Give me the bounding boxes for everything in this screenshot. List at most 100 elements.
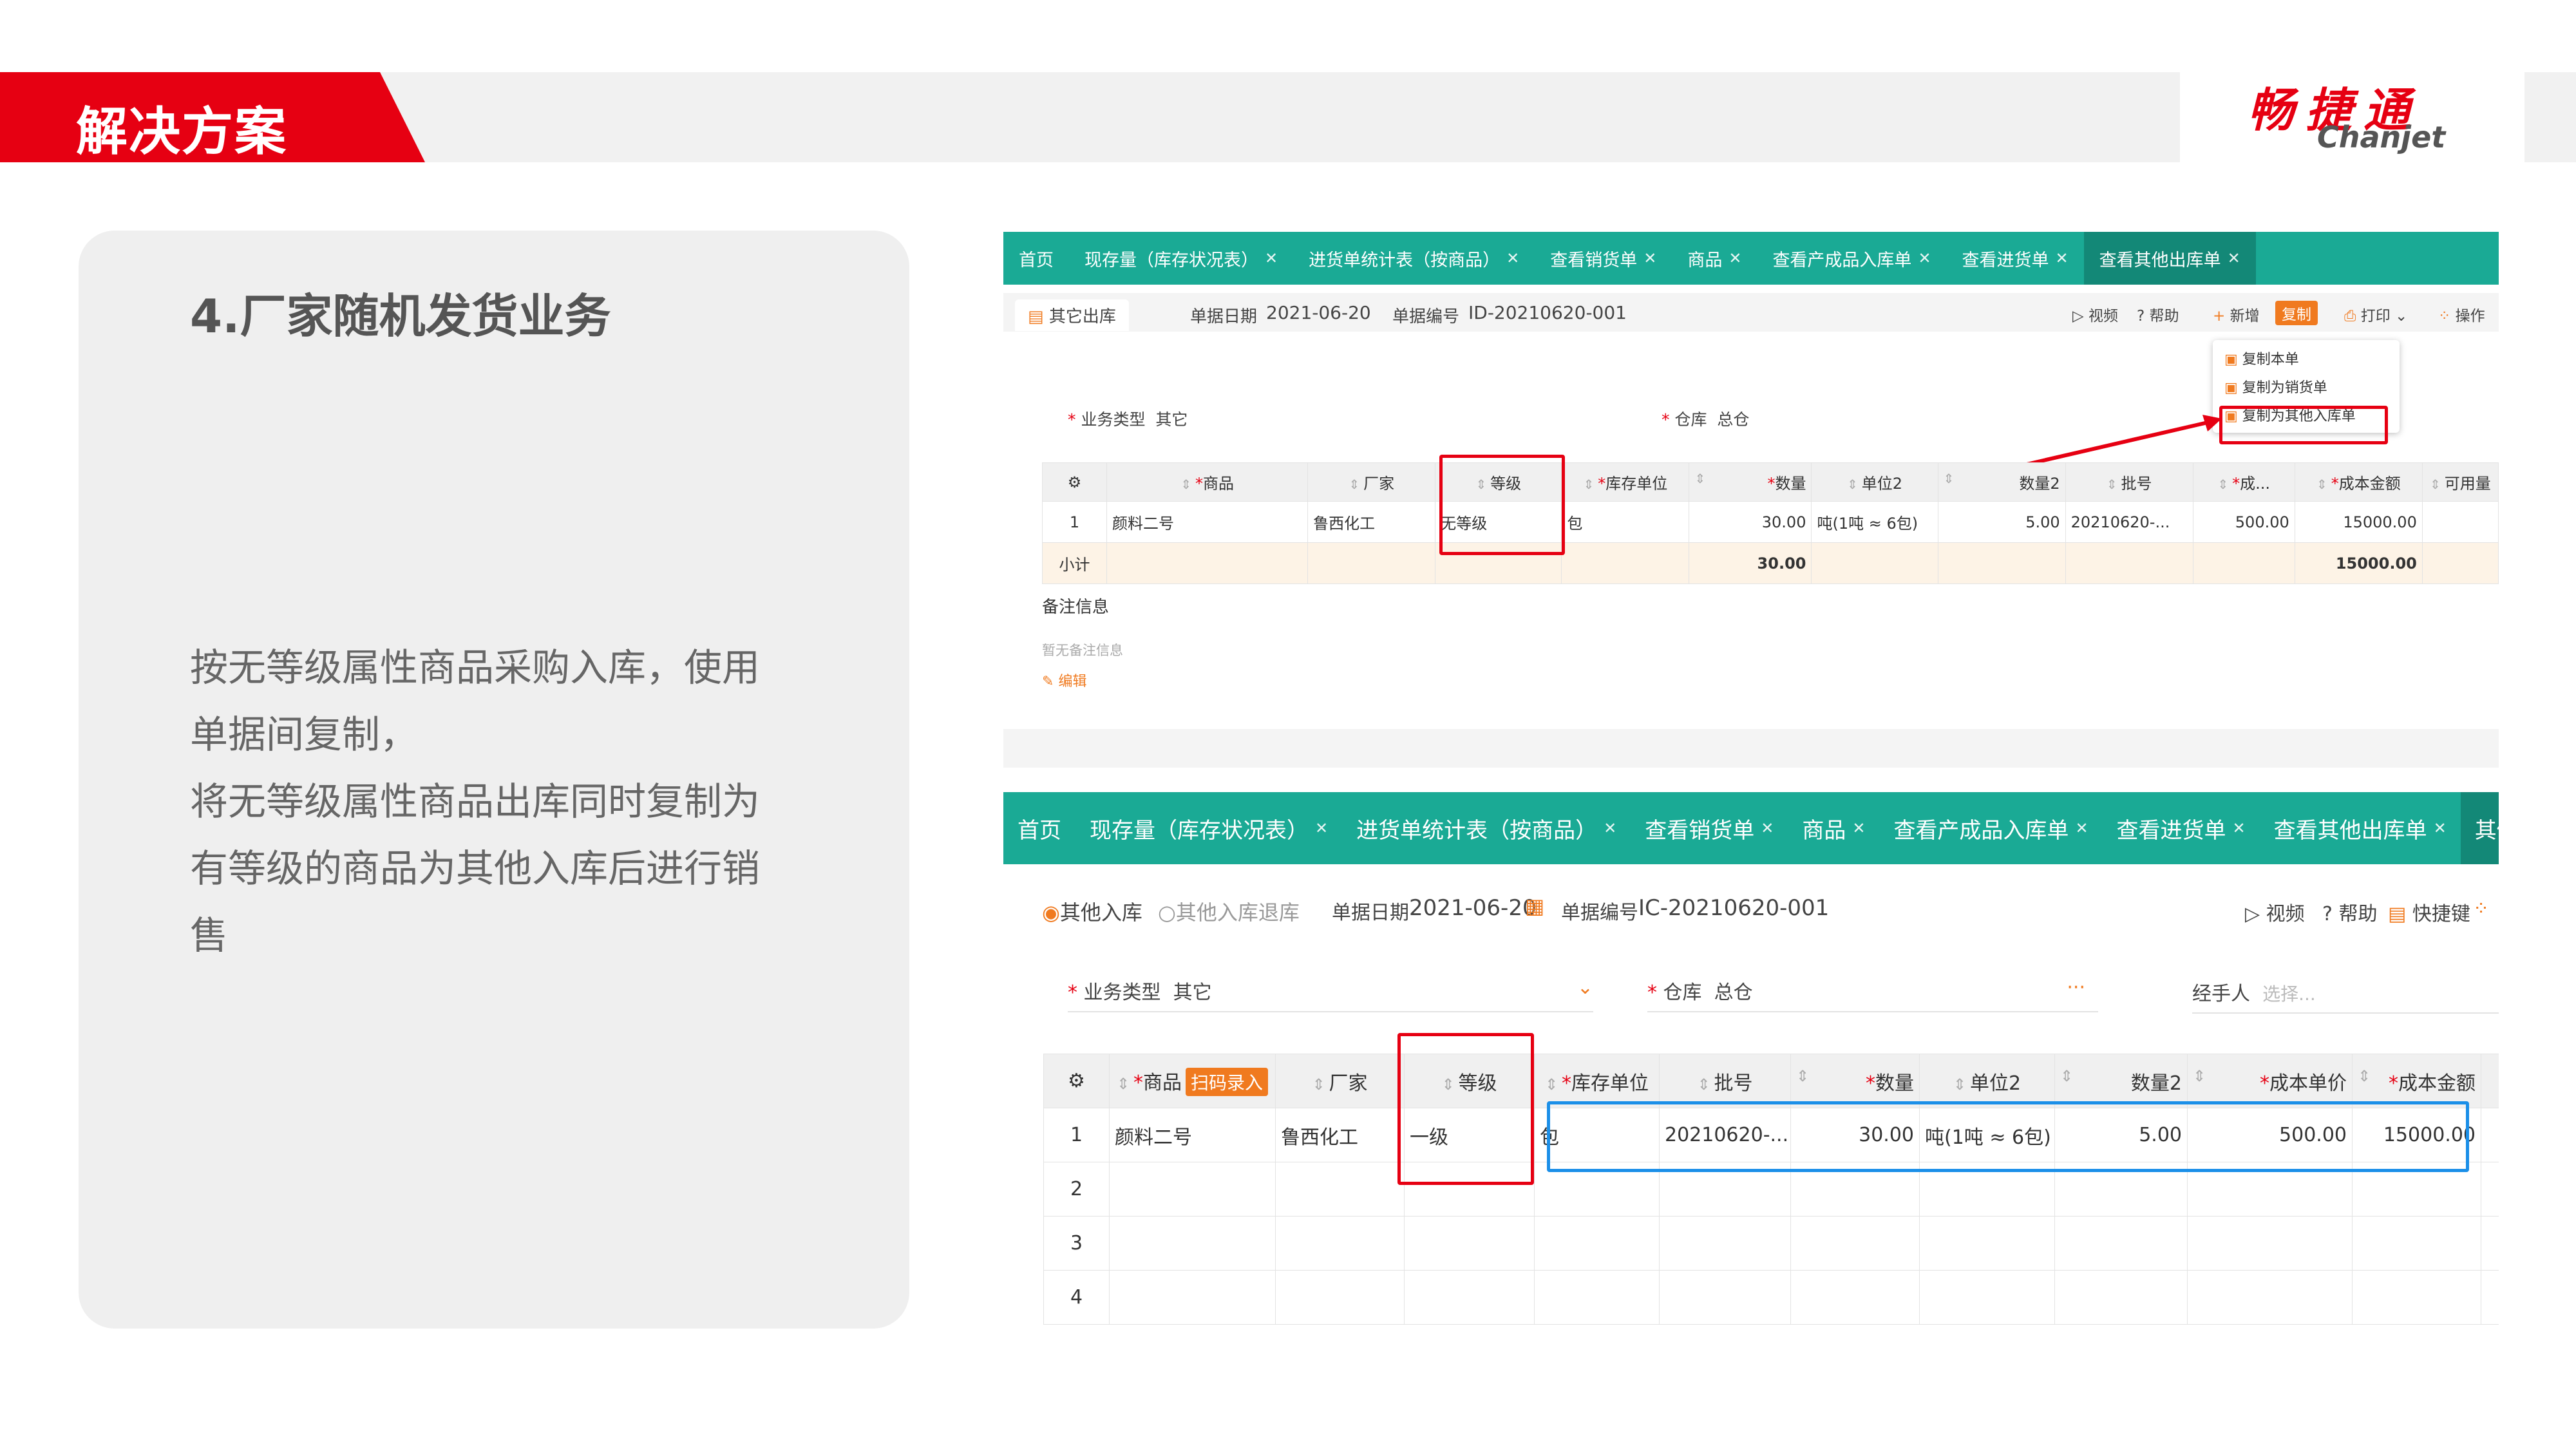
- body-line: 有等级的商品为其他入库后进行销: [190, 846, 761, 891]
- keyboard-icon: ▤: [2388, 903, 2407, 925]
- doc-type-tab[interactable]: ▤ 其它出库: [1015, 299, 1129, 331]
- body-line: 售: [190, 913, 229, 958]
- print-button[interactable]: ⎙ 打印 ⌄: [2344, 303, 2407, 325]
- close-icon[interactable]: ✕: [1604, 819, 1616, 837]
- tab-finished-inbound[interactable]: 查看产成品入库单 ✕: [1879, 792, 2102, 864]
- chevron-down-icon: ⌄: [1577, 976, 1593, 999]
- help-button[interactable]: ? 帮助: [2137, 303, 2179, 325]
- code-value: ID-20210620-001: [1468, 302, 1627, 323]
- plus-icon: +: [2213, 308, 2226, 325]
- close-icon[interactable]: ✕: [2233, 819, 2246, 837]
- tab-bar: 首页 现存量（库存状况表） ✕ 进货单统计表（按商品） ✕ 查看销货单 ✕ 商品 ✕ 查…: [1003, 232, 2499, 285]
- tab-purchase-order[interactable]: 查看进货单 ✕: [1947, 232, 2084, 285]
- menu-item-copy-this[interactable]: ▣ 复制本单: [2213, 344, 2400, 372]
- radio-other-inbound-return[interactable]: ○其他入库退库: [1158, 896, 1300, 926]
- col-header[interactable]: ⇕ *数量: [1689, 462, 1812, 502]
- col-header[interactable]: ⇕ *成本金额: [2294, 462, 2423, 502]
- tab-other-outbound[interactable]: 查看其他出库单 ✕: [2083, 232, 2256, 285]
- table-row[interactable]: 1 颜料二号 鲁西化工 无等级 包 30.00 吨(1吨 ≈ 6包) 5.00 …: [1041, 501, 2499, 543]
- date-value[interactable]: 2021-06-20: [1409, 895, 1537, 921]
- col-header[interactable]: ⇕ 批号: [1659, 1054, 1791, 1108]
- col-header[interactable]: ⇕ 单位2: [1919, 1054, 2055, 1108]
- col-header[interactable]: ⇕ *商品: [1106, 462, 1309, 502]
- col-header[interactable]: ⇕ 厂家: [1275, 1054, 1405, 1108]
- code-value[interactable]: IC-20210620-001: [1638, 895, 1829, 921]
- highlight-copied-fields: [1547, 1101, 2469, 1172]
- close-icon[interactable]: ✕: [1918, 249, 1931, 267]
- remarks-label: 备注信息: [1042, 598, 1110, 617]
- tab-other-inbound[interactable]: 其他入: [2460, 792, 2499, 864]
- tab-purchase-stats[interactable]: 进货单统计表（按商品） ✕: [1342, 792, 1631, 864]
- calendar-icon[interactable]: ▦: [1525, 894, 1544, 918]
- col-header[interactable]: ⇕ 数量2: [2054, 1054, 2188, 1108]
- shortcut-button[interactable]: ▤ 快捷键: [2388, 898, 2470, 926]
- table-row[interactable]: 4: [1043, 1270, 2499, 1325]
- close-icon[interactable]: ✕: [1761, 819, 1774, 837]
- scan-entry-button[interactable]: 扫码录入: [1186, 1067, 1269, 1096]
- tab-purchase-order[interactable]: 查看进货单 ✕: [2103, 792, 2260, 864]
- menu-item-copy-to-sales[interactable]: ▣ 复制为销货单: [2213, 372, 2400, 401]
- table-header: ⚙ ⇕ *商品 扫码录入 ⇕ 厂家 ⇕ 等级 ⇕ *库存单位 ⇕ 批号 ⇕ *数量 ⇕ 单位2 …: [1043, 1054, 2499, 1108]
- doc-header: ▤ 其它出库 单据日期 2021-06-20 单据编号 ID-20210620-…: [1003, 293, 2499, 332]
- video-button[interactable]: ▷ 视频: [2072, 303, 2118, 325]
- settings-icon[interactable]: ⚙: [1041, 462, 1108, 502]
- close-icon[interactable]: ✕: [1506, 249, 1519, 267]
- slide-title: 4.厂家随机发货业务: [190, 289, 611, 343]
- close-icon[interactable]: ✕: [1643, 249, 1656, 267]
- col-header[interactable]: ⇕ 数量2: [1937, 462, 2066, 502]
- copy-button[interactable]: 复制: [2275, 301, 2318, 325]
- edit-link[interactable]: ✎ 编辑: [1042, 670, 1086, 690]
- col-header[interactable]: ⇕ 厂家: [1307, 462, 1436, 502]
- tab-other-outbound[interactable]: 查看其他出库单 ✕: [2260, 792, 2461, 864]
- tab-sales-order[interactable]: 查看销货单 ✕: [1535, 232, 1672, 285]
- tab-stock[interactable]: 现存量（库存状况表） ✕: [1069, 232, 1293, 285]
- col-header[interactable]: ⇕ *成本金额: [2352, 1054, 2481, 1108]
- tab-sales-order[interactable]: 查看销货单 ✕: [1631, 792, 1788, 864]
- body-line: 将无等级属性商品出库同时复制为: [190, 779, 761, 824]
- tab-home[interactable]: 首页: [1003, 232, 1069, 285]
- tab-finished-inbound[interactable]: 查看产成品入库单 ✕: [1757, 232, 1946, 285]
- close-icon[interactable]: ✕: [1265, 249, 1278, 267]
- close-icon[interactable]: ✕: [1315, 819, 1328, 837]
- close-icon[interactable]: ✕: [2056, 249, 2069, 267]
- close-icon[interactable]: ✕: [2434, 819, 2447, 837]
- col-header[interactable]: ⇕ *库存单位: [1561, 462, 1690, 502]
- biz-type-field[interactable]: * 业务类型 其它: [1068, 407, 1188, 430]
- col-header[interactable]: ⇕ *库存单位: [1534, 1054, 1660, 1108]
- body-line: 单据间复制，: [190, 712, 419, 757]
- col-header[interactable]: ⇕ *成...: [2192, 462, 2295, 502]
- add-button[interactable]: + 新增: [2213, 303, 2260, 325]
- tab-product[interactable]: 商品 ✕: [1788, 792, 1879, 864]
- highlight-grade: [1397, 1033, 1534, 1185]
- section-tab: 解决方案: [0, 72, 425, 162]
- biz-type-select[interactable]: * 业务类型 其它 ⌄: [1068, 976, 1593, 1012]
- tab-product[interactable]: 商品 ✕: [1672, 232, 1757, 285]
- doc-header: ◉其他入库 ○其他入库退库 单据日期 2021-06-20 ▦ 单据编号 IC-…: [1003, 889, 2499, 934]
- tab-purchase-stats[interactable]: 进货单统计表（按商品） ✕: [1293, 232, 1535, 285]
- settings-icon[interactable]: ⚙: [1043, 1054, 1110, 1108]
- col-header[interactable]: ⇕ *成本单价: [2187, 1054, 2353, 1108]
- warehouse-field[interactable]: * 仓库 总仓: [1662, 407, 1749, 430]
- close-icon[interactable]: ✕: [1852, 819, 1865, 837]
- close-icon[interactable]: ✕: [2228, 249, 2240, 267]
- col-header[interactable]: ⇕ 可用量: [2421, 462, 2499, 502]
- grid-icon[interactable]: ⁘: [2473, 898, 2489, 920]
- doc-icon: ▤: [1028, 307, 1044, 327]
- table-row[interactable]: 3: [1043, 1216, 2499, 1271]
- ops-button[interactable]: ⁘ 操作: [2438, 303, 2485, 325]
- tab-stock[interactable]: 现存量（库存状况表） ✕: [1075, 792, 1342, 864]
- col-header[interactable]: ⇕ 单位2: [1811, 462, 1938, 502]
- video-button[interactable]: ▷ 视频: [2245, 898, 2305, 926]
- col-header[interactable]: ⇕ *数量: [1790, 1054, 1920, 1108]
- tab-home[interactable]: 首页: [1003, 792, 1075, 864]
- close-icon[interactable]: ✕: [1728, 249, 1741, 267]
- warehouse-select[interactable]: * 仓库 总仓 ···: [1647, 976, 2098, 1012]
- close-icon[interactable]: ✕: [2075, 819, 2088, 837]
- radio-icon: ○: [1158, 900, 1176, 925]
- handler-field[interactable]: 经手人 选择...: [2192, 978, 2499, 1014]
- section-tab-label: 解决方案: [76, 102, 287, 162]
- help-button[interactable]: ? 帮助: [2322, 898, 2377, 926]
- col-header[interactable]: ⇕ 批号: [2065, 462, 2193, 502]
- col-header[interactable]: ⇕ *商品 扫码录入: [1109, 1054, 1276, 1108]
- radio-other-inbound[interactable]: ◉其他入库: [1042, 896, 1142, 926]
